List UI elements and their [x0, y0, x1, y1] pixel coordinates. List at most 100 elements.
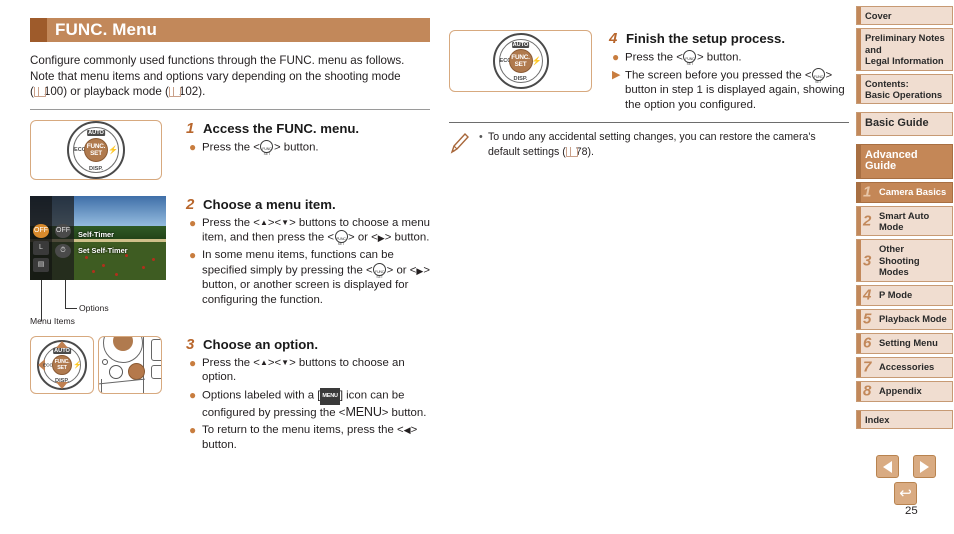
- menu-label: MENU: [345, 404, 382, 419]
- step-3-body: 3 Choose an option. ● Press the <><> but…: [178, 336, 430, 453]
- func-set-icon: [260, 139, 274, 161]
- bullet-dot-icon: ●: [189, 387, 197, 402]
- func-set-button-icon: FUNC. SET: [52, 354, 72, 375]
- sidebar-item-appendix[interactable]: 8 Appendix: [856, 380, 953, 402]
- step-1-figures: AUTO DISP. ECO ⚡ FUNC. SET: [30, 119, 178, 180]
- step-1-bullet-1: ● Press the <> button.: [186, 139, 430, 161]
- step-4-figures: AUTO DISP. ECO ⚡ FUNC. SET: [449, 30, 601, 112]
- sidebar-item-accessories[interactable]: 7 Accessories: [856, 356, 953, 378]
- lcd-label-set-self-timer: Set Self-Timer: [78, 245, 128, 255]
- sidebar-item-label: Accessories: [879, 361, 935, 373]
- page-navigation: ↩: [876, 455, 936, 505]
- book-icon: [33, 87, 46, 98]
- prev-page-button[interactable]: [876, 455, 899, 478]
- chapter-number: 4: [863, 286, 872, 304]
- note-box: • To undo any accidental setting changes…: [449, 130, 849, 160]
- note-divider: [449, 122, 849, 124]
- lcd-label-self-timer: Self-Timer: [78, 229, 115, 239]
- chapter-number: 6: [863, 334, 872, 352]
- sidebar-item-preliminary-notes[interactable]: Preliminary Notes and Legal Information: [856, 28, 953, 71]
- sidebar-item-basic-guide[interactable]: Basic Guide: [856, 112, 953, 136]
- left-column: FUNC. Menu Configure commonly used funct…: [30, 18, 430, 452]
- step-4: AUTO DISP. ECO ⚡ FUNC. SET 4 Finish the …: [449, 30, 849, 112]
- lcd-option-item[interactable]: ⏱: [55, 243, 71, 258]
- bullet-text: Press the <> button.: [625, 50, 849, 72]
- sidebar-item-label: Basic Guide: [865, 117, 929, 130]
- lcd-menu-item[interactable]: ▤: [33, 257, 49, 272]
- menu-badge-icon: MENU: [320, 387, 340, 405]
- bullet-text: The screen before you pressed the <> but…: [625, 68, 849, 112]
- step-3-title: Choose an option.: [203, 336, 319, 352]
- sidebar-item-label: Other Shooting Modes: [879, 243, 920, 278]
- bullet-text: Press the <><> buttons to choose an opti…: [202, 356, 430, 385]
- step-1-body: 1 Access the FUNC. menu. ● Press the <> …: [178, 120, 430, 180]
- header-bar: FUNC. Menu: [47, 18, 430, 42]
- step-2-bullet-1: ● Press the <><> buttons to choose a men…: [186, 216, 430, 252]
- intro-line-2: Note that menu items and options vary de…: [30, 69, 401, 83]
- step-3-bullet-2: ● Options labeled with a [MENU] icon can…: [186, 387, 430, 420]
- sidebar-item-index[interactable]: Index: [856, 409, 953, 430]
- sidebar-item-cover[interactable]: Cover: [856, 6, 953, 26]
- func-set-button-icon: FUNC. SET: [508, 49, 533, 73]
- sidebar-item-label: Contents: Basic Operations: [865, 77, 943, 101]
- control-dial-icon: AUTO DISP. ECO ⚡ FUNC. SET: [492, 33, 549, 89]
- func-set-icon: [683, 50, 697, 72]
- sidebar-item-camera-basics[interactable]: 1 Camera Basics: [856, 181, 953, 203]
- chapter-sidebar: Cover Preliminary Notes and Legal Informa…: [856, 6, 953, 432]
- book-icon: [168, 87, 181, 98]
- back-button[interactable]: ↩: [894, 482, 917, 505]
- step-3-figures: AUTO DISP. ECO ⚡ FUNC. SET: [30, 335, 178, 453]
- step-3-bullet-1: ● Press the <><> buttons to choose an op…: [186, 356, 430, 385]
- bullet-text: Press the <> button.: [202, 139, 430, 161]
- step-2-bullet-2: ● In some menu items, functions can be s…: [186, 248, 430, 307]
- note-body: To undo any accidental setting changes, …: [488, 131, 816, 158]
- sidebar-item-label: Cover: [865, 10, 892, 21]
- func-set-icon: [811, 68, 825, 90]
- intro-ref-2[interactable]: 102: [179, 85, 198, 98]
- control-dial-icon: AUTO DISP. ECO ⚡ FUNC. SET: [67, 120, 125, 179]
- sidebar-item-contents[interactable]: Contents: Basic Operations: [856, 73, 953, 105]
- header-mark-icon: [30, 18, 47, 42]
- sidebar-item-label: P Mode: [879, 289, 913, 301]
- lcd-menu-item[interactable]: L: [33, 240, 49, 255]
- chapter-number: 8: [863, 382, 872, 400]
- up-arrow-icon: [260, 217, 268, 229]
- sidebar-item-other-shooting-modes[interactable]: 3 Other Shooting Modes: [856, 239, 953, 282]
- sidebar-item-label: Camera Basics: [879, 186, 947, 198]
- sidebar-item-label: Index: [865, 413, 890, 425]
- chapter-number: 2: [863, 212, 872, 230]
- chapter-number: 1: [863, 183, 872, 201]
- note-bullet-icon: •: [479, 131, 483, 144]
- step-2-figures: OFF L ▤ OFF ⏱ Self-Timer Set Self-Timer …: [30, 195, 178, 326]
- step-1-title: Access the FUNC. menu.: [203, 120, 360, 136]
- sidebar-item-label: Preliminary Notes and Legal Information: [865, 32, 945, 67]
- step-3: AUTO DISP. ECO ⚡ FUNC. SET 3 Choose an o…: [30, 335, 430, 453]
- lcd-option-item[interactable]: OFF: [55, 223, 71, 238]
- sidebar-item-playback-mode[interactable]: 5 Playback Mode: [856, 308, 953, 330]
- step-1: AUTO DISP. ECO ⚡ FUNC. SET 1 Access the …: [30, 119, 430, 180]
- bullet-text: To return to the menu items, press the <…: [202, 423, 430, 452]
- page-root: FUNC. Menu Configure commonly used funct…: [0, 0, 954, 534]
- intro-paragraph: Configure commonly used functions throug…: [30, 53, 430, 100]
- small-button-icon: [102, 358, 108, 365]
- sidebar-item-smart-auto-mode[interactable]: 2 Smart Auto Mode: [856, 205, 953, 237]
- sidebar-item-label: Playback Mode: [879, 313, 947, 325]
- page-title: FUNC. Menu: [55, 20, 158, 39]
- dial-figure: AUTO DISP. ECO ⚡ FUNC. SET: [30, 119, 162, 180]
- dial-figure: AUTO DISP. ECO ⚡ FUNC. SET: [449, 30, 592, 92]
- note-text: • To undo any accidental setting changes…: [479, 130, 849, 160]
- sidebar-item-setting-menu[interactable]: 6 Setting Menu: [856, 332, 953, 354]
- down-arrow-icon: [281, 357, 289, 369]
- bullet-text: In some menu items, functions can be spe…: [202, 248, 430, 307]
- lcd-callouts: Options Menu Items: [30, 279, 178, 326]
- chapter-number: 3: [863, 252, 872, 270]
- func-set-button-icon: FUNC. SET: [84, 137, 108, 162]
- menu-items-caption: Menu Items: [30, 315, 75, 326]
- next-page-button[interactable]: [913, 455, 936, 478]
- intro-line-1: Configure commonly used functions throug…: [30, 54, 405, 67]
- camera-back-figure: [98, 335, 162, 394]
- intro-ref-1[interactable]: 100: [44, 85, 63, 98]
- sidebar-item-p-mode[interactable]: 4 P Mode: [856, 284, 953, 306]
- sidebar-item-advanced-guide[interactable]: Advanced Guide: [856, 143, 953, 179]
- lcd-menu-item-selected[interactable]: OFF: [33, 223, 49, 238]
